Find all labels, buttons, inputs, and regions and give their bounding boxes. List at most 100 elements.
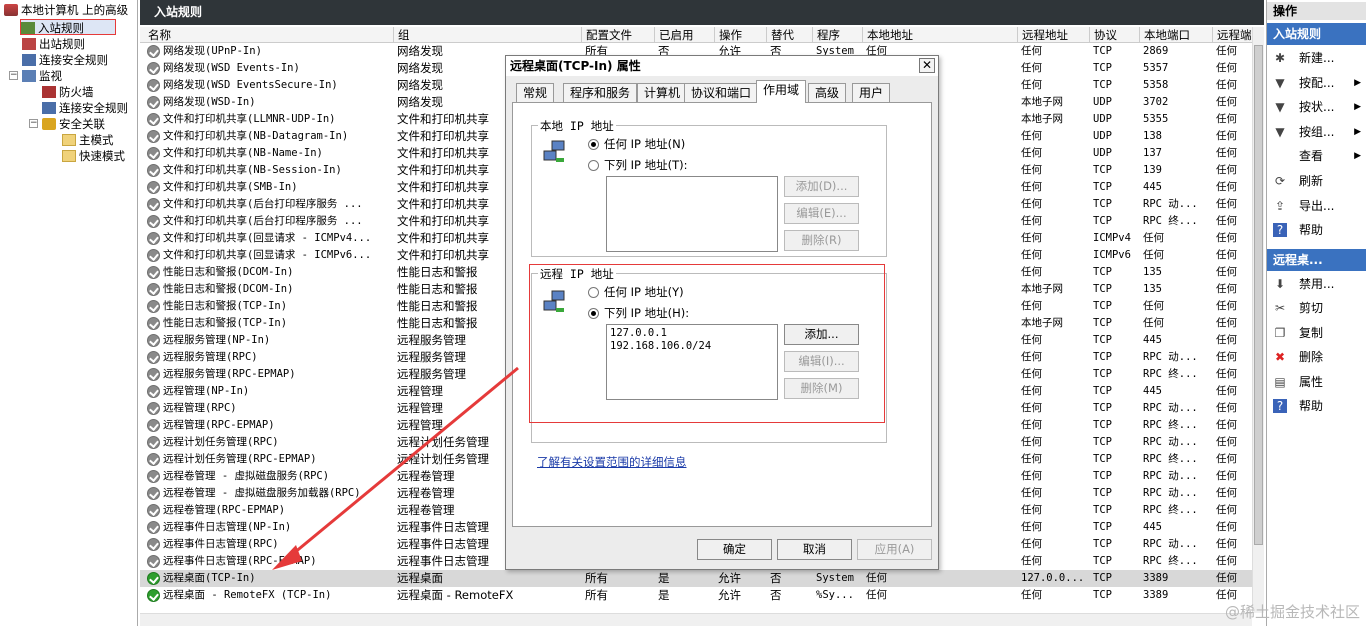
table-cell-proto: UDP (1093, 113, 1112, 125)
monitor-expander-icon[interactable]: − (9, 71, 18, 80)
column-header-cell[interactable]: 已启用 (655, 27, 715, 43)
action-new-rule[interactable]: ✱ 新建... (1267, 46, 1366, 70)
vertical-scrollbar[interactable] (1252, 27, 1264, 613)
security-associations-expander-icon[interactable]: − (29, 119, 38, 128)
table-cell-remote: 任何 (1021, 181, 1042, 193)
help-icon: ? (1273, 223, 1287, 238)
tree-item-label: 入站规则 (38, 21, 84, 35)
column-header-cell[interactable]: 替代 (767, 27, 813, 43)
table-cell-proto: TCP (1093, 79, 1112, 91)
tab-users[interactable]: 用户 (852, 83, 891, 102)
disabled-rule-icon (147, 504, 160, 517)
tree-item-monitor[interactable]: 监视 (22, 68, 62, 84)
table-cell-lport: 135 (1143, 266, 1162, 278)
action-cut[interactable]: ✂ 剪切 (1267, 296, 1366, 320)
actions-section-inbound[interactable]: 入站规则 (1267, 23, 1366, 45)
tab-programs-services[interactable]: 程序和服务 (563, 83, 638, 102)
table-cell-rport: 任何 (1216, 572, 1237, 584)
local-remove-button[interactable]: 删除(R) (784, 230, 859, 251)
tree-item-inbound[interactable]: 入站规则 (20, 19, 116, 35)
table-cell-name: 远程桌面(TCP-In) (163, 572, 256, 584)
action-view[interactable]: 查看 ▶ (1267, 144, 1366, 168)
local-any-ip-radio[interactable]: 任何 IP 地址(N) (588, 136, 685, 152)
tree-root[interactable]: 本地计算机 上的高级 (4, 2, 128, 18)
inbound-rules-icon (21, 22, 35, 34)
firewall-icon (42, 86, 56, 98)
table-cell-proto: TCP (1093, 62, 1112, 74)
disabled-rule-icon (147, 164, 160, 177)
table-cell-lport: RPC 终... (1143, 215, 1198, 227)
table-cell-rport: 任何 (1216, 436, 1237, 448)
local-add-button[interactable]: 添加(D)... (784, 176, 859, 197)
table-cell-name: 远程计划任务管理(RPC) (163, 436, 279, 448)
column-header-cell[interactable]: 操作 (715, 27, 767, 43)
table-cell-name: 远程服务管理(RPC) (163, 351, 258, 363)
tab-computers[interactable]: 计算机 (637, 83, 688, 102)
table-cell-lport: 445 (1143, 181, 1162, 193)
local-these-ip-radio[interactable]: 下列 IP 地址(T): (588, 157, 688, 173)
close-button[interactable]: ✕ (919, 58, 935, 73)
apply-button[interactable]: 应用(A) (857, 539, 932, 560)
table-cell-lport: RPC 动... (1143, 470, 1198, 482)
column-header-cell[interactable]: 本地地址 (863, 27, 1018, 43)
tree-item-quick-mode[interactable]: 快速模式 (62, 148, 125, 164)
tree-item-outbound[interactable]: 出站规则 (22, 36, 85, 52)
column-header-cell[interactable]: 远程端 (1213, 27, 1253, 43)
column-header-cell[interactable]: 组 (394, 27, 582, 43)
table-cell-name: 文件和打印机共享(后台打印程序服务 ... (163, 198, 363, 210)
action-export[interactable]: ⇪ 导出... (1267, 194, 1366, 218)
tab-protocols-ports[interactable]: 协议和端口 (684, 83, 759, 102)
disabled-rule-icon (147, 521, 160, 534)
action-refresh[interactable]: ⟳ 刷新 (1267, 169, 1366, 193)
column-header-cell[interactable]: 名称 (144, 27, 394, 43)
disabled-rule-icon (147, 283, 160, 296)
table-cell-lport: 5357 (1143, 62, 1169, 74)
ok-button[interactable]: 确定 (697, 539, 772, 560)
local-ip-list[interactable] (606, 176, 778, 252)
action-help[interactable]: ? 帮助 (1267, 394, 1366, 418)
action-help[interactable]: ? 帮助 (1267, 218, 1366, 242)
table-cell-proto: TCP (1093, 436, 1112, 448)
table-cell-lport: RPC 动... (1143, 351, 1198, 363)
actions-section-remote-desktop[interactable]: 远程桌... (1267, 249, 1366, 271)
tree-item-label: 出站规则 (39, 37, 85, 51)
tree-item-main-mode[interactable]: 主模式 (62, 132, 114, 148)
tree-item-label: 安全关联 (59, 117, 105, 131)
cancel-button[interactable]: 取消 (777, 539, 852, 560)
action-filter-group[interactable]: ▼ 按组... ▶ (1267, 120, 1366, 144)
horizontal-scrollbar[interactable] (140, 613, 1252, 626)
table-row[interactable]: 远程桌面 - RemoteFX (TCP-In) 远程桌面 - RemoteFX 所… (140, 587, 1252, 604)
table-cell-proto: UDP (1093, 147, 1112, 159)
column-header-cell[interactable]: 协议 (1090, 27, 1140, 43)
table-cell-proto: ICMPv4 (1093, 232, 1131, 244)
table-cell-proto: TCP (1093, 334, 1112, 346)
column-header-cell[interactable]: 配置文件 (582, 27, 655, 43)
table-cell-proto: TCP (1093, 419, 1112, 431)
tab-general[interactable]: 常规 (516, 83, 555, 102)
action-filter-state[interactable]: ▼ 按状... ▶ (1267, 95, 1366, 119)
tree-item-connection-security[interactable]: 连接安全规则 (22, 52, 108, 68)
table-cell-lport: RPC 动... (1143, 402, 1198, 414)
scroll-thumb[interactable] (1254, 45, 1263, 545)
tree-item-security-associations[interactable]: 安全关联 (42, 116, 105, 132)
column-header-cell[interactable]: 本地端口 (1140, 27, 1213, 43)
action-disable[interactable]: ⬇ 禁用... (1267, 272, 1366, 296)
table-cell-rport: 任何 (1216, 470, 1237, 482)
tab-advanced[interactable]: 高级 (808, 83, 847, 102)
column-header-cell[interactable]: 程序 (813, 27, 863, 43)
tab-scope[interactable]: 作用域 (756, 80, 807, 103)
action-copy[interactable]: ❐ 复制 (1267, 321, 1366, 345)
lock-icon (42, 118, 56, 130)
action-delete[interactable]: ✖ 删除 (1267, 345, 1366, 369)
column-header-cell[interactable]: 远程地址 (1018, 27, 1090, 43)
action-properties[interactable]: ▤ 属性 (1267, 370, 1366, 394)
table-cell-rport: 任何 (1216, 487, 1237, 499)
disabled-rule-icon (147, 147, 160, 160)
local-edit-button[interactable]: 编辑(E)... (784, 203, 859, 224)
tree-item-monitor-connection-security[interactable]: 连接安全规则 (42, 100, 128, 116)
table-row[interactable]: 远程桌面(TCP-In) 远程桌面 所有 是 允许 否 System 任何 127.0.0...… (140, 570, 1252, 587)
tree-item-firewall[interactable]: 防火墙 (42, 84, 94, 100)
table-cell-name: 远程卷管理 - 虚拟磁盘服务加载器(RPC) (163, 487, 361, 499)
scope-help-link[interactable]: 了解有关设置范围的详细信息 (537, 454, 687, 470)
action-filter-profile[interactable]: ▼ 按配... ▶ (1267, 71, 1366, 95)
